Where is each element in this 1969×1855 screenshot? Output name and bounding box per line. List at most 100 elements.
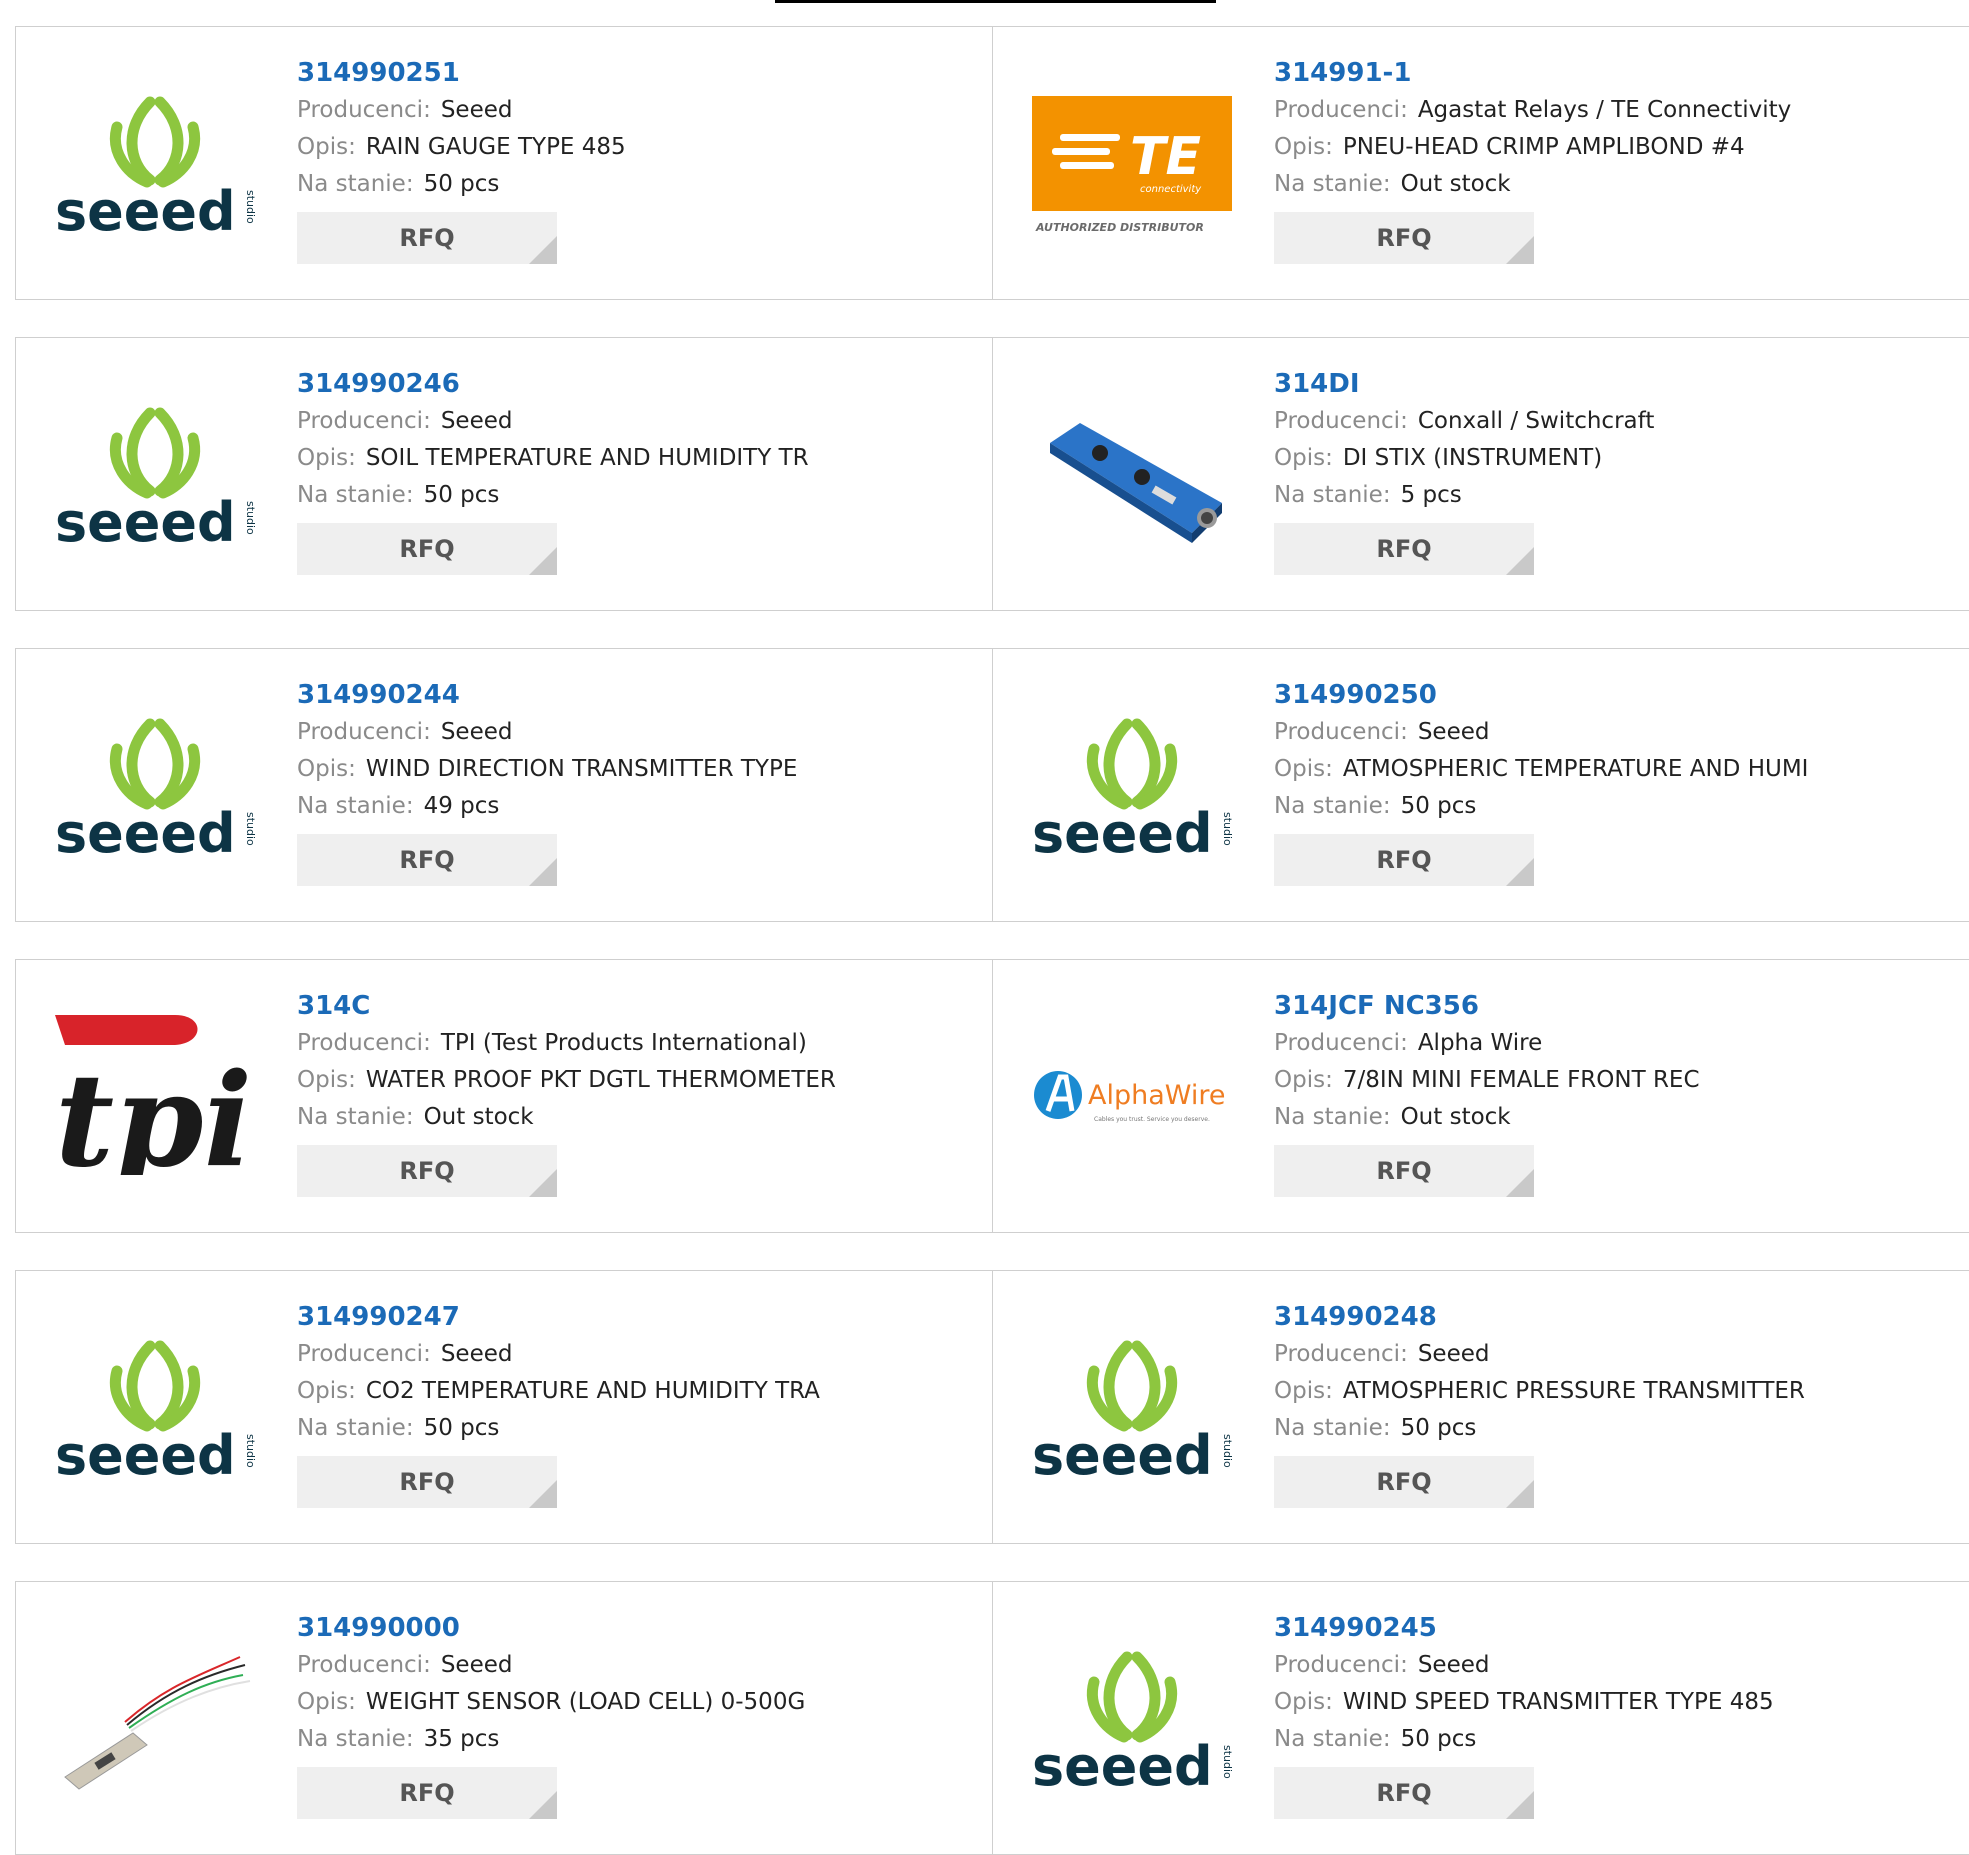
product-info: 314C Producenci: TPI (Test Products Intern… <box>297 989 977 1197</box>
stock-row: Na stanie: 49 pcs <box>297 788 977 825</box>
part-number-link[interactable]: 314990245 <box>1274 1611 1954 1647</box>
svg-text:seeed: seeed <box>55 802 236 864</box>
part-number-link[interactable]: 314DI <box>1274 367 1954 403</box>
stock-label: Na stanie: <box>297 1104 414 1130</box>
description-label: Opis: <box>1274 134 1333 160</box>
manufacturer-value: Seeed <box>440 97 513 123</box>
description-row: Opis: ATMOSPHERIC TEMPERATURE AND HUMI <box>1274 751 1954 788</box>
manufacturer-label: Producenci: <box>297 719 431 745</box>
rfq-button[interactable]: RFQ <box>1274 834 1534 886</box>
seeed-logo-graphic: seeed studio <box>55 407 255 553</box>
rfq-label: RFQ <box>1376 1468 1432 1496</box>
stock-row: Na stanie: Out stock <box>1274 166 1954 203</box>
rfq-button[interactable]: RFQ <box>297 834 557 886</box>
product-info: 314991-1 Producenci: Agastat Relays / TE C… <box>1274 56 1954 264</box>
te-connectivity-logo-graphic: TE connectivity AUTHORIZED DISTRIBUTOR <box>1032 96 1232 234</box>
svg-text:studio: studio <box>244 812 255 846</box>
stock-label: Na stanie: <box>1274 171 1391 197</box>
description-label: Opis: <box>1274 756 1333 782</box>
description-row: Opis: WIND SPEED TRANSMITTER TYPE 485 <box>1274 1684 1954 1721</box>
stock-row: Na stanie: 50 pcs <box>297 166 977 203</box>
part-number-link[interactable]: 314990244 <box>297 678 977 714</box>
seeed-logo: seeed studio <box>1032 1326 1232 1486</box>
part-number-link[interactable]: 314990248 <box>1274 1300 1954 1336</box>
description-row: Opis: ATMOSPHERIC PRESSURE TRANSMITTER <box>1274 1373 1954 1410</box>
part-number-link[interactable]: 314C <box>297 989 977 1025</box>
manufacturer-value: Seeed <box>1417 1341 1490 1367</box>
corner-triangle-icon <box>529 1791 557 1819</box>
manufacturer-value: Seeed <box>440 719 513 745</box>
manufacturer-row: Producenci: Alpha Wire <box>1274 1025 1954 1062</box>
description-value: ATMOSPHERIC TEMPERATURE AND HUMI <box>1342 756 1809 782</box>
product-card: seeed studio 314990245 Producenci: Seeed Op… <box>993 1581 1969 1855</box>
description-row: Opis: DI STIX (INSTRUMENT) <box>1274 440 1954 477</box>
manufacturer-value: Agastat Relays / TE Connectivity <box>1417 97 1792 123</box>
rfq-button[interactable]: RFQ <box>1274 1145 1534 1197</box>
corner-triangle-icon <box>1506 547 1534 575</box>
part-number-link[interactable]: 314990250 <box>1274 678 1954 714</box>
svg-text:TE: TE <box>1130 127 1201 187</box>
seeed-logo: seeed studio <box>1032 704 1232 864</box>
svg-text:studio: studio <box>244 190 255 224</box>
part-number-link[interactable]: 314JCF NC356 <box>1274 989 1954 1025</box>
description-label: Opis: <box>1274 445 1333 471</box>
description-value: WEIGHT SENSOR (LOAD CELL) 0-500G <box>365 1689 806 1715</box>
svg-text:studio: studio <box>244 1434 255 1468</box>
rfq-label: RFQ <box>399 1779 455 1807</box>
rfq-button[interactable]: RFQ <box>1274 523 1534 575</box>
svg-text:seeed: seeed <box>1032 802 1213 864</box>
stock-row: Na stanie: 50 pcs <box>1274 788 1954 825</box>
stock-row: Na stanie: 50 pcs <box>1274 1410 1954 1447</box>
rfq-button[interactable]: RFQ <box>1274 1456 1534 1508</box>
product-info: 314990251 Producenci: Seeed Opis: RAIN GAUGE… <box>297 56 977 264</box>
te-connectivity-logo: TE connectivity AUTHORIZED DISTRIBUTOR <box>1032 82 1232 242</box>
rfq-label: RFQ <box>1376 1779 1432 1807</box>
stock-row: Na stanie: 50 pcs <box>297 1410 977 1447</box>
seeed-logo-graphic: seeed studio <box>55 96 255 242</box>
stock-label: Na stanie: <box>297 793 414 819</box>
product-card: seeed studio 314990248 Producenci: Seeed Op… <box>993 1270 1969 1544</box>
description-label: Opis: <box>297 134 356 160</box>
rfq-button[interactable]: RFQ <box>297 523 557 575</box>
manufacturer-value: Seeed <box>1417 1652 1490 1678</box>
description-label: Opis: <box>297 1067 356 1093</box>
description-label: Opis: <box>1274 1067 1333 1093</box>
rfq-button[interactable]: RFQ <box>1274 1767 1534 1819</box>
stock-value: 50 pcs <box>1400 1415 1477 1441</box>
product-card: seeed studio 314990251 Producenci: Seeed Op… <box>15 26 993 300</box>
alphawire-logo-graphic: AlphaWire Cables you trust. Service you … <box>1034 1071 1226 1123</box>
part-number-link[interactable]: 314990251 <box>297 56 977 92</box>
manufacturer-row: Producenci: Seeed <box>297 1336 977 1373</box>
svg-text:studio: studio <box>1221 812 1232 846</box>
product-card: TE connectivity AUTHORIZED DISTRIBUTOR 3… <box>993 26 1969 300</box>
part-number-link[interactable]: 314990247 <box>297 1300 977 1336</box>
description-row: Opis: SOIL TEMPERATURE AND HUMIDITY TR <box>297 440 977 477</box>
svg-text:seeed: seeed <box>55 180 236 242</box>
description-value: CO2 TEMPERATURE AND HUMIDITY TRA <box>365 1378 820 1404</box>
stock-value: 49 pcs <box>423 793 500 819</box>
stock-label: Na stanie: <box>297 1726 414 1752</box>
corner-triangle-icon <box>529 1480 557 1508</box>
manufacturer-row: Producenci: Seeed <box>297 714 977 751</box>
svg-text:seeed: seeed <box>1032 1424 1213 1486</box>
svg-text:studio: studio <box>244 501 255 535</box>
corner-triangle-icon <box>529 858 557 886</box>
manufacturer-value: Alpha Wire <box>1417 1030 1543 1056</box>
rfq-button[interactable]: RFQ <box>1274 212 1534 264</box>
stock-label: Na stanie: <box>1274 793 1391 819</box>
product-card: seeed studio 314990247 Producenci: Seeed Op… <box>15 1270 993 1544</box>
rfq-button[interactable]: RFQ <box>297 212 557 264</box>
corner-triangle-icon <box>1506 858 1534 886</box>
product-info: 314990246 Producenci: Seeed Opis: SOIL TEMPE… <box>297 367 977 575</box>
rfq-button[interactable]: RFQ <box>297 1145 557 1197</box>
part-number-link[interactable]: 314990000 <box>297 1611 977 1647</box>
seeed-logo-graphic: seeed studio <box>55 1340 255 1486</box>
rfq-button[interactable]: RFQ <box>297 1456 557 1508</box>
manufacturer-row: Producenci: Seeed <box>1274 1647 1954 1684</box>
rfq-button[interactable]: RFQ <box>297 1767 557 1819</box>
part-number-link[interactable]: 314991-1 <box>1274 56 1954 92</box>
product-info: 314JCF NC356 Producenci: Alpha Wire Opis: 7/… <box>1274 989 1954 1197</box>
stock-value: 50 pcs <box>423 482 500 508</box>
stock-label: Na stanie: <box>297 482 414 508</box>
part-number-link[interactable]: 314990246 <box>297 367 977 403</box>
